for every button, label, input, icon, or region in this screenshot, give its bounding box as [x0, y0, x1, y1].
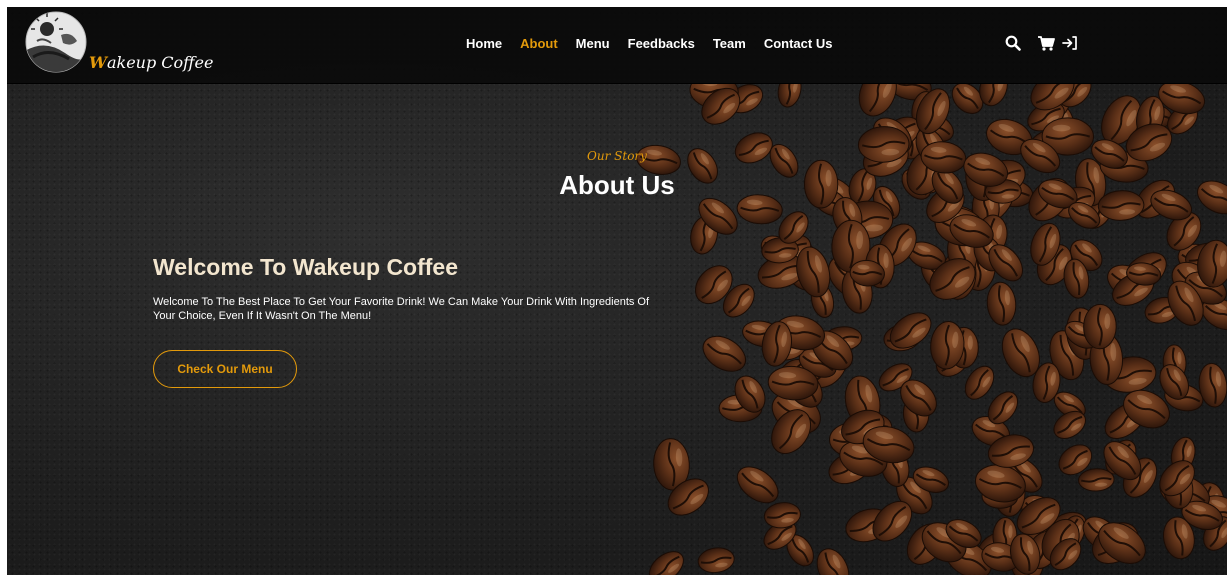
- coffee-bean: [1078, 468, 1115, 492]
- site-header: Wakeup Coffee Home About Menu Feedbacks …: [7, 7, 1227, 84]
- welcome-description: Welcome To The Best Place To Get Your Fa…: [153, 296, 650, 322]
- coffee-bean: [763, 502, 801, 529]
- cart-icon[interactable]: [1037, 35, 1055, 51]
- about-page: Wakeup Coffee Home About Menu Feedbacks …: [7, 7, 1227, 575]
- coffee-bean: [736, 466, 779, 504]
- section-subtitle: Our Story: [587, 149, 647, 163]
- login-icon[interactable]: [1061, 35, 1079, 51]
- header-actions: [1005, 35, 1079, 51]
- nav-item-about[interactable]: About: [520, 36, 558, 51]
- coffee-bean: [986, 281, 1017, 326]
- nav-item-menu[interactable]: Menu: [576, 36, 610, 51]
- coffee-bean: [858, 83, 897, 117]
- coffee-bean: [816, 548, 850, 575]
- check-our-menu-button[interactable]: Check Our Menu: [153, 350, 297, 388]
- coffee-bean: [648, 551, 684, 575]
- coffee-bean: [697, 547, 735, 574]
- page-title: About Us: [559, 170, 675, 200]
- brand-logo[interactable]: Wakeup Coffee: [25, 11, 213, 79]
- welcome-heading: Welcome To Wakeup Coffee: [153, 254, 459, 280]
- main-nav: Home About Menu Feedbacks Team Contact U…: [466, 36, 850, 51]
- coffee-bean: [1083, 303, 1117, 350]
- nav-item-contact-us[interactable]: Contact Us: [764, 36, 833, 51]
- search-icon[interactable]: [1005, 35, 1021, 51]
- nav-item-feedbacks[interactable]: Feedbacks: [628, 36, 695, 51]
- nav-item-home[interactable]: Home: [466, 36, 502, 51]
- nav-item-team[interactable]: Team: [713, 36, 746, 51]
- logo-text: Wakeup Coffee: [89, 53, 214, 72]
- coffee-bean: [777, 83, 802, 108]
- logo-emblem-icon: [25, 11, 87, 73]
